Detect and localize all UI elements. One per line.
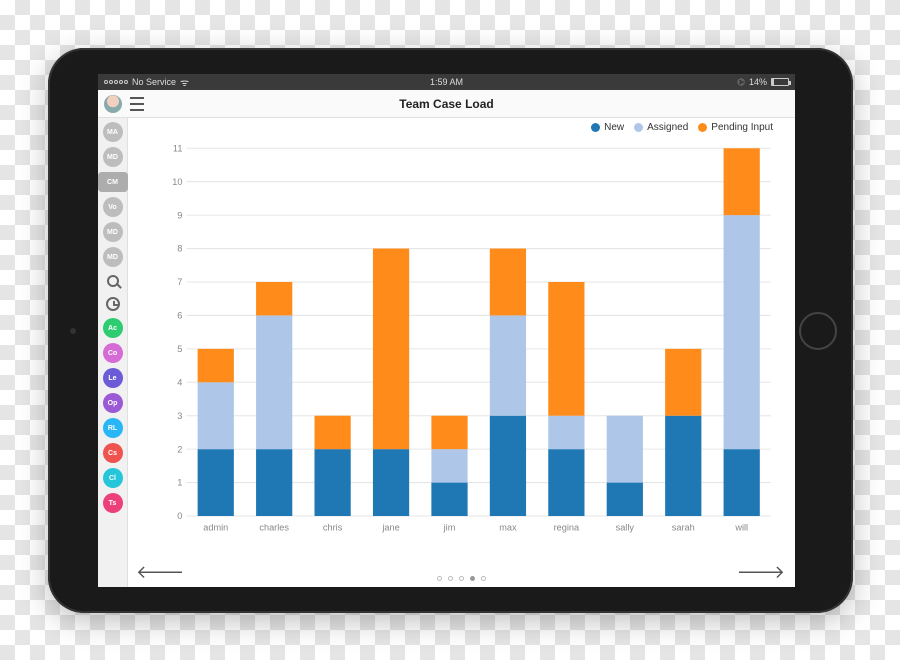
legend-item: Assigned	[634, 122, 688, 133]
app-op[interactable]: Op	[103, 393, 123, 413]
page-title: Team Case Load	[98, 97, 795, 111]
bar-segment[interactable]	[490, 315, 526, 415]
search-icon[interactable]	[104, 272, 122, 290]
bar-segment[interactable]	[724, 449, 760, 516]
svg-text:7: 7	[177, 277, 182, 287]
sidebar-item-vo[interactable]: Vo	[103, 197, 123, 217]
legend: New Assigned Pending Input	[591, 122, 773, 133]
svg-text:5: 5	[177, 344, 182, 354]
prev-page-button[interactable]: 🡐	[132, 560, 188, 585]
pager-dot[interactable]	[470, 576, 475, 581]
pager-dot[interactable]	[437, 576, 442, 581]
svg-text:regina: regina	[554, 523, 580, 533]
legend-item: New	[591, 122, 624, 133]
bar-segment[interactable]	[548, 416, 584, 449]
svg-text:6: 6	[177, 310, 182, 320]
svg-text:jane: jane	[381, 523, 399, 533]
bar-segment[interactable]	[373, 249, 409, 450]
bar-segment[interactable]	[548, 282, 584, 416]
svg-text:11: 11	[173, 143, 183, 153]
app-co[interactable]: Co	[103, 343, 123, 363]
status-bar: No Service ᯤ 1:59 AM ⌬ 14%	[98, 74, 795, 90]
home-button[interactable]	[799, 312, 837, 350]
app-le[interactable]: Le	[103, 368, 123, 388]
clock-label: 1:59 AM	[98, 77, 795, 87]
svg-text:8: 8	[177, 244, 182, 254]
app-cs[interactable]: Cs	[103, 443, 123, 463]
bar-segment[interactable]	[665, 416, 701, 516]
bar-segment[interactable]	[431, 416, 467, 449]
bar-segment[interactable]	[373, 449, 409, 516]
bar-segment[interactable]	[256, 315, 292, 449]
svg-text:chris: chris	[323, 523, 343, 533]
bar-segment[interactable]	[607, 483, 643, 516]
bar-segment[interactable]	[198, 349, 234, 382]
bar-segment[interactable]	[198, 382, 234, 449]
sidebar-item-md[interactable]: MD	[103, 247, 123, 267]
svg-text:will: will	[734, 523, 748, 533]
bar-segment[interactable]	[256, 282, 292, 315]
svg-text:9: 9	[177, 210, 182, 220]
bar-segment[interactable]	[548, 449, 584, 516]
sidebar-item-md[interactable]: MD	[103, 147, 123, 167]
svg-text:jim: jim	[443, 523, 456, 533]
svg-text:4: 4	[177, 377, 182, 387]
svg-text:2: 2	[177, 444, 182, 454]
sidebar-item-cm[interactable]: CM	[98, 172, 128, 192]
pager-dot[interactable]	[459, 576, 464, 581]
svg-text:admin: admin	[203, 523, 228, 533]
bar-segment[interactable]	[724, 148, 760, 215]
sidebar: MA MD CM Vo MD MD Ac Co Le Op RL Cs Cl Ts	[98, 118, 128, 587]
bar-segment[interactable]	[490, 416, 526, 516]
screen: No Service ᯤ 1:59 AM ⌬ 14% Team Case Loa…	[98, 74, 795, 587]
bar-segment[interactable]	[315, 416, 351, 449]
tablet-frame: No Service ᯤ 1:59 AM ⌬ 14% Team Case Loa…	[48, 48, 853, 613]
bar-segment[interactable]	[665, 349, 701, 416]
legend-item: Pending Input	[698, 122, 773, 133]
app-ts[interactable]: Ts	[103, 493, 123, 513]
sidebar-item-md[interactable]: MD	[103, 222, 123, 242]
app-rl[interactable]: RL	[103, 418, 123, 438]
chart-area: New Assigned Pending Input 0 1 2 3 4 5 6 7 8 9 10 11 a…	[128, 118, 795, 587]
svg-text:10: 10	[172, 177, 182, 187]
bar-segment[interactable]	[490, 249, 526, 316]
app-ac[interactable]: Ac	[103, 318, 123, 338]
pager	[128, 576, 795, 581]
svg-text:0: 0	[177, 511, 182, 521]
recent-icon[interactable]	[104, 295, 122, 313]
chart-plot: 0 1 2 3 4 5 6 7 8 9 10 11 admin charles chris jane jim ma…	[162, 142, 775, 539]
svg-text:3: 3	[177, 411, 182, 421]
bar-segment[interactable]	[431, 449, 467, 482]
bar-segment[interactable]	[607, 416, 643, 483]
svg-text:max: max	[499, 523, 517, 533]
battery-icon	[771, 78, 789, 86]
svg-text:sally: sally	[616, 523, 635, 533]
bar-segment[interactable]	[198, 449, 234, 516]
svg-text:charles: charles	[259, 523, 289, 533]
bar-segment[interactable]	[315, 449, 351, 516]
toolbar: Team Case Load	[98, 90, 795, 118]
app-cl[interactable]: Cl	[103, 468, 123, 488]
svg-text:sarah: sarah	[672, 523, 695, 533]
pager-dot[interactable]	[448, 576, 453, 581]
bar-segment[interactable]	[256, 449, 292, 516]
sidebar-item-ma[interactable]: MA	[103, 122, 123, 142]
bluetooth-icon: ⌬	[737, 77, 745, 88]
svg-text:1: 1	[177, 478, 182, 488]
next-page-button[interactable]: 🡒	[733, 560, 789, 585]
bar-segment[interactable]	[431, 483, 467, 516]
bar-segment[interactable]	[724, 215, 760, 449]
pager-dot[interactable]	[481, 576, 486, 581]
camera-dot	[70, 328, 76, 334]
